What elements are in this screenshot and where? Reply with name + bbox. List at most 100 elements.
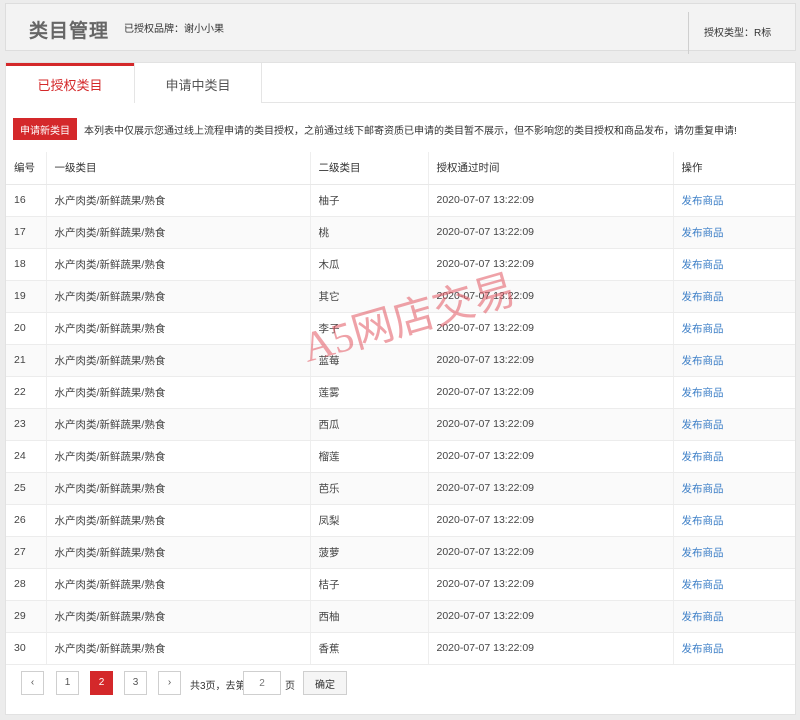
apply-new-category-button[interactable]: 申请新类目	[13, 118, 77, 140]
tab-pending-categories[interactable]: 申请中类目	[134, 63, 262, 103]
table-row: 27 水产肉类/新鲜蔬果/熟食 菠萝 2020-07-07 13:22:09 发布商品	[6, 536, 795, 569]
cell-id: 16	[6, 184, 47, 217]
publish-product-link[interactable]: 发布商品	[682, 611, 724, 623]
cell-action: 发布商品	[673, 568, 795, 601]
cell-authorized-time: 2020-07-07 13:22:09	[428, 600, 674, 633]
cell-id: 18	[6, 248, 47, 281]
table-row: 17 水产肉类/新鲜蔬果/熟食桃 2020-07-07 13:22:09 发布商品	[6, 216, 795, 249]
cell-id: 22	[6, 376, 47, 409]
column-header-time: 授权通过时间	[428, 152, 674, 185]
page-title: 类目管理	[29, 21, 110, 42]
cell-authorized-time: 2020-07-07 13:22:09	[428, 632, 674, 665]
cell-level2-category: 凤梨	[310, 504, 429, 537]
cell-authorized-time: 2020-07-07 13:22:09	[428, 344, 674, 377]
cell-action: 发布商品	[673, 600, 795, 633]
page-header: 类目管理 已授权品牌：谢小小果 授权类型：R标	[5, 3, 796, 54]
publish-product-link[interactable]: 发布商品	[682, 195, 724, 207]
column-header-level1: 一级类目	[46, 152, 311, 185]
cell-id: 25	[6, 472, 47, 505]
cell-id: 19	[6, 280, 47, 313]
page-suffix-text: 页	[285, 681, 295, 692]
chevron-left-icon[interactable]: ‹	[21, 671, 44, 695]
table-row: 24 水产肉类/新鲜蔬果/熟食 榴莲 2020-07-07 13:22:09 发布商品	[6, 440, 795, 473]
column-header-id: 编号	[6, 152, 47, 185]
cell-level1-category: 水产肉类/新鲜蔬果/熟食	[46, 632, 311, 665]
table-row: 28 水产肉类/新鲜蔬果/熟食 桔子 2020-07-07 13:22:09 发布商品	[6, 568, 795, 601]
cell-level1-category: 水产肉类/新鲜蔬果/熟食	[46, 248, 311, 281]
cell-level2-category: 西瓜	[310, 408, 429, 441]
publish-product-link[interactable]: 发布商品	[682, 451, 724, 463]
publish-product-link[interactable]: 发布商品	[682, 259, 724, 271]
publish-product-link[interactable]: 发布商品	[682, 483, 724, 495]
publish-product-link[interactable]: 发布商品	[682, 579, 724, 591]
publish-product-link[interactable]: 发布商品	[682, 547, 724, 559]
cell-authorized-time: 2020-07-07 13:22:09	[428, 184, 674, 217]
cell-level2-category: 芭乐	[310, 472, 429, 505]
total-pages-text: 共3页，去第	[190, 681, 246, 692]
cell-id: 17	[6, 216, 47, 249]
publish-product-link[interactable]: 发布商品	[682, 387, 724, 399]
cell-level1-category: 水产肉类/新鲜蔬果/熟食	[46, 600, 311, 633]
publish-product-link[interactable]: 发布商品	[682, 227, 724, 239]
header-divider	[688, 12, 689, 54]
cell-authorized-time: 2020-07-07 13:22:09	[428, 536, 674, 569]
tab-authorized-categories[interactable]: 已授权类目	[6, 63, 134, 103]
cell-level2-category: 柚子	[310, 184, 429, 217]
cell-action: 发布商品	[673, 536, 795, 569]
table-header-row: 编号 一级类目 二级类目 授权通过时间 操作	[6, 152, 795, 185]
authorization-type: 授权类型：R标	[704, 28, 772, 39]
cell-action: 发布商品	[673, 504, 795, 537]
goto-page-input[interactable]	[243, 671, 281, 695]
confirm-page-button[interactable]: 确定	[303, 671, 347, 695]
category-table: 编号 一级类目 二级类目 授权通过时间 操作 16 水产肉类/新鲜蔬果/熟食 柚子 2…	[6, 152, 795, 665]
cell-id: 28	[6, 568, 47, 601]
publish-product-link[interactable]: 发布商品	[682, 323, 724, 335]
cell-level2-category: 莲雾	[310, 376, 429, 409]
cell-action: 发布商品	[673, 472, 795, 505]
table-row: 16 水产肉类/新鲜蔬果/熟食 柚子 2020-07-07 13:22:09 发布商品	[6, 184, 795, 217]
cell-id: 23	[6, 408, 47, 441]
cell-authorized-time: 2020-07-07 13:22:09	[428, 248, 674, 281]
cell-level1-category: 水产肉类/新鲜蔬果/熟食	[46, 568, 311, 601]
cell-level1-category: 水产肉类/新鲜蔬果/熟食	[46, 440, 311, 473]
cell-action: 发布商品	[673, 408, 795, 441]
cell-authorized-time: 2020-07-07 13:22:09	[428, 376, 674, 409]
table-row: 29 水产肉类/新鲜蔬果/熟食 西柚 2020-07-07 13:22:09 发布商品	[6, 600, 795, 633]
table-row: 26 水产肉类/新鲜蔬果/熟食 凤梨 2020-07-07 13:22:09 发布商品	[6, 504, 795, 537]
table-row: 21 水产肉类/新鲜蔬果/熟食 蓝莓 2020-07-07 13:22:09 发布商品	[6, 344, 795, 377]
cell-action: 发布商品	[673, 376, 795, 409]
publish-product-link[interactable]: 发布商品	[682, 643, 724, 655]
column-header-action: 操作	[673, 152, 795, 185]
table-row: 20 水产肉类/新鲜蔬果/熟食 李子 2020-07-07 13:22:09 发布商品	[6, 312, 795, 345]
cell-action: 发布商品	[673, 280, 795, 313]
cell-level1-category: 水产肉类/新鲜蔬果/熟食	[46, 536, 311, 569]
publish-product-link[interactable]: 发布商品	[682, 355, 724, 367]
page-button-3[interactable]: 3	[124, 671, 147, 695]
publish-product-link[interactable]: 发布商品	[682, 515, 724, 527]
cell-id: 30	[6, 632, 47, 665]
page-button-1[interactable]: 1	[56, 671, 79, 695]
cell-id: 26	[6, 504, 47, 537]
cell-level2-category: 木瓜	[310, 248, 429, 281]
publish-product-link[interactable]: 发布商品	[682, 291, 724, 303]
page-button-2[interactable]: 2	[90, 671, 113, 695]
cell-id: 20	[6, 312, 47, 345]
publish-product-link[interactable]: 发布商品	[682, 419, 724, 431]
cell-level1-category: 水产肉类/新鲜蔬果/熟食	[46, 280, 311, 313]
table-row: 22 水产肉类/新鲜蔬果/熟食 莲雾 2020-07-07 13:22:09 发布商品	[6, 376, 795, 409]
cell-authorized-time: 2020-07-07 13:22:09	[428, 568, 674, 601]
cell-action: 发布商品	[673, 216, 795, 249]
cell-id: 29	[6, 600, 47, 633]
cell-action: 发布商品	[673, 184, 795, 217]
cell-level1-category: 水产肉类/新鲜蔬果/熟食	[46, 344, 311, 377]
cell-level1-category: 水产肉类/新鲜蔬果/熟食	[46, 408, 311, 441]
cell-level2-category: 桃	[310, 216, 429, 249]
tab-bar: 已授权类目 申请中类目	[6, 63, 795, 103]
cell-authorized-time: 2020-07-07 13:22:09	[428, 472, 674, 505]
cell-authorized-time: 2020-07-07 13:22:09	[428, 408, 674, 441]
chevron-right-icon[interactable]: ›	[158, 671, 181, 695]
cell-action: 发布商品	[673, 440, 795, 473]
cell-id: 24	[6, 440, 47, 473]
cell-authorized-time: 2020-07-07 13:22:09	[428, 280, 674, 313]
notice-text: 本列表中仅展示您通过线上流程申请的类目授权，之前通过线下邮寄资质已申请的类目暂不…	[84, 126, 737, 137]
